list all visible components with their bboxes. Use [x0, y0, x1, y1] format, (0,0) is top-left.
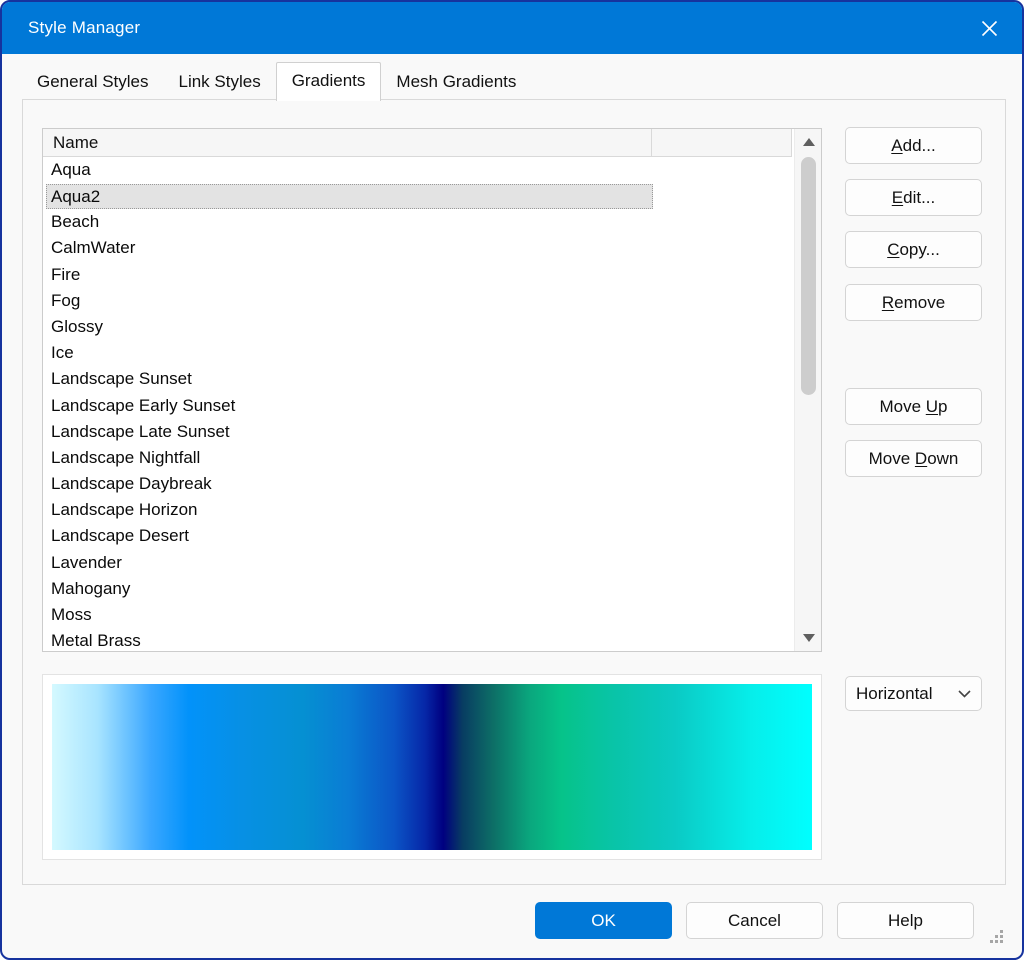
- list-item[interactable]: Lavender: [43, 550, 794, 576]
- button-label-part: D: [915, 449, 927, 468]
- button-label-part: dit...: [903, 188, 935, 207]
- list-item[interactable]: Moss: [43, 602, 794, 628]
- list-item[interactable]: Aqua: [43, 157, 794, 183]
- button-label-part: own: [927, 449, 958, 468]
- list-item-label: Fire: [43, 265, 80, 284]
- side-button-column: Add...Edit...Copy...RemoveMove UpMove Do…: [845, 2, 982, 702]
- list-item[interactable]: Glossy: [43, 314, 794, 340]
- resize-grip-icon[interactable]: [990, 930, 1004, 944]
- button-label-part: p: [938, 397, 947, 416]
- list-item-label: Landscape Daybreak: [43, 474, 212, 493]
- list-item[interactable]: Ice: [43, 340, 794, 366]
- list-item[interactable]: Landscape Early Sunset: [43, 393, 794, 419]
- list-item[interactable]: CalmWater: [43, 235, 794, 261]
- list-item[interactable]: Fog: [43, 288, 794, 314]
- list-item[interactable]: Landscape Nightfall: [43, 445, 794, 471]
- button-label-part: Move: [879, 397, 925, 416]
- edit-button[interactable]: Edit...: [845, 179, 982, 216]
- list-item-label: Beach: [43, 212, 99, 231]
- list-item-label: Landscape Early Sunset: [43, 396, 235, 415]
- help-button[interactable]: Help: [837, 902, 974, 939]
- tab-general-styles[interactable]: General Styles: [22, 66, 164, 100]
- list-item-label: Landscape Horizon: [43, 500, 197, 519]
- list-header: Name: [43, 129, 792, 157]
- button-label-part: opy...: [899, 240, 939, 259]
- scrollbar[interactable]: [794, 129, 821, 651]
- chevron-down-icon: [958, 690, 971, 698]
- tab-link-styles[interactable]: Link Styles: [164, 66, 276, 100]
- list-item-label: Lavender: [43, 553, 122, 572]
- list-item-label: CalmWater: [43, 238, 135, 257]
- button-label-part: E: [892, 188, 903, 207]
- list-item-label: Mahogany: [43, 579, 130, 598]
- list-item-label: Metal Brass: [43, 631, 141, 650]
- list-item[interactable]: Beach: [43, 209, 794, 235]
- orientation-dropdown[interactable]: Horizontal: [845, 676, 982, 711]
- list-item-label: Glossy: [43, 317, 103, 336]
- list-item[interactable]: Aqua2: [46, 184, 653, 209]
- orientation-value: Horizontal: [856, 684, 958, 704]
- name-column-header[interactable]: Name: [43, 129, 652, 157]
- gradient-preview: [52, 684, 812, 850]
- scroll-up-icon: [803, 138, 815, 146]
- list-item-label: Landscape Desert: [43, 526, 189, 545]
- list-item-label: Aqua2: [47, 187, 100, 206]
- cancel-button[interactable]: Cancel: [686, 902, 823, 939]
- list-item[interactable]: Landscape Late Sunset: [43, 419, 794, 445]
- button-label-part: dd...: [903, 136, 936, 155]
- gradient-list-rows: Aqua Aqua2 Beach CalmWater Fire Fog Glossy Ice L…: [43, 157, 794, 651]
- ok-button[interactable]: OK: [535, 902, 672, 939]
- scrollbar-thumb[interactable]: [801, 157, 816, 395]
- list-item[interactable]: Metal Brass: [43, 628, 794, 651]
- list-item[interactable]: Landscape Horizon: [43, 497, 794, 523]
- list-item[interactable]: Landscape Desert: [43, 523, 794, 549]
- button-label-part: emove: [894, 293, 945, 312]
- list-item-label: Landscape Nightfall: [43, 448, 200, 467]
- button-label-part: Move: [869, 449, 915, 468]
- tab-bar: General StylesLink StylesGradientsMesh G…: [22, 64, 531, 100]
- list-item-label: Moss: [43, 605, 92, 624]
- copy-button[interactable]: Copy...: [845, 231, 982, 268]
- remove-button[interactable]: Remove: [845, 284, 982, 321]
- add-button[interactable]: Add...: [845, 127, 982, 164]
- scrollbar-up-button[interactable]: [795, 131, 822, 153]
- button-label-part: A: [891, 136, 902, 155]
- list-item-label: Aqua: [43, 160, 91, 179]
- move-up-button[interactable]: Move Up: [845, 388, 982, 425]
- list-item[interactable]: Fire: [43, 262, 794, 288]
- list-item-label: Fog: [43, 291, 80, 310]
- tab-mesh-gradients[interactable]: Mesh Gradients: [381, 66, 531, 100]
- close-icon: [981, 20, 998, 37]
- button-label-part: U: [926, 397, 938, 416]
- scrollbar-down-button[interactable]: [795, 627, 822, 649]
- move-down-button[interactable]: Move Down: [845, 440, 982, 477]
- list-item[interactable]: Mahogany: [43, 576, 794, 602]
- style-manager-dialog: Style Manager General StylesLink StylesG…: [0, 0, 1024, 960]
- gradient-preview-box: [42, 674, 822, 860]
- tab-gradients[interactable]: Gradients: [276, 62, 382, 101]
- button-label-part: R: [882, 293, 894, 312]
- button-label-part: C: [887, 240, 899, 259]
- scroll-down-icon: [803, 634, 815, 642]
- list-item-label: Ice: [43, 343, 74, 362]
- window-title: Style Manager: [28, 18, 140, 38]
- list-item[interactable]: Landscape Sunset: [43, 366, 794, 392]
- list-item[interactable]: Landscape Daybreak: [43, 471, 794, 497]
- list-item-label: Landscape Sunset: [43, 369, 192, 388]
- gradient-list: Name Aqua Aqua2 Beach CalmWater Fire Fog Gloss…: [42, 128, 822, 652]
- list-item-label: Landscape Late Sunset: [43, 422, 230, 441]
